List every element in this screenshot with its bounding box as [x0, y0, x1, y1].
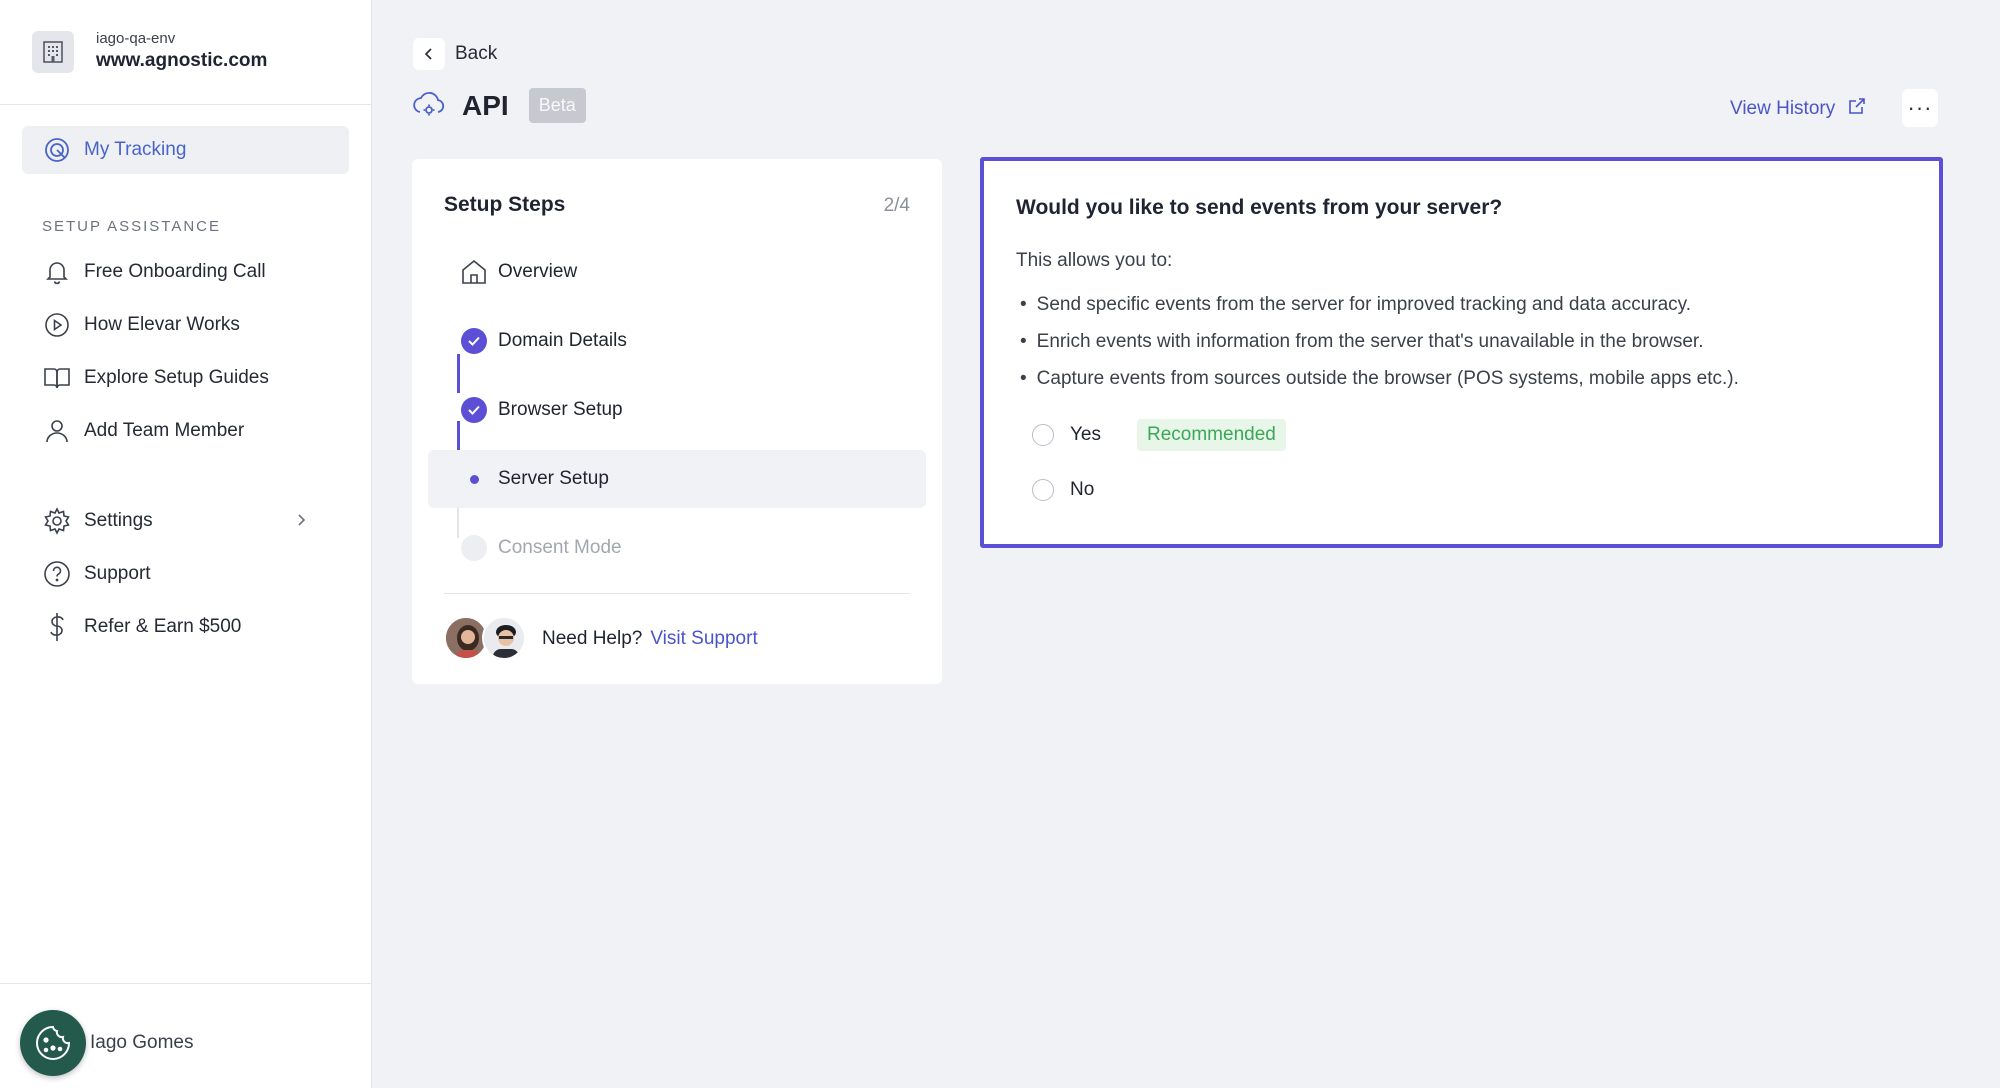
user-name: Iago Gomes [90, 1032, 194, 1053]
check-icon [461, 397, 487, 423]
step-label: Server Setup [498, 468, 609, 489]
help-circle-icon [42, 559, 72, 589]
future-dot-icon [461, 535, 487, 561]
steps-count: 2/4 [883, 195, 910, 216]
nav-label: Explore Setup Guides [84, 367, 269, 388]
radio-yes[interactable] [1032, 424, 1054, 446]
external-link-icon [1847, 96, 1867, 122]
help-row: Need Help? Visit Support [444, 616, 758, 662]
step-label: Overview [498, 261, 578, 282]
page-title: API [462, 89, 509, 121]
step-consent-mode: Consent Mode [428, 519, 926, 577]
dollar-icon [42, 612, 72, 642]
setup-steps-card: Setup Steps 2/4 Overview Domain Details [412, 159, 942, 684]
list-item: Send specific events from the server for… [1016, 286, 1739, 323]
nav-label: My Tracking [84, 139, 187, 160]
help-text: Need Help? [542, 628, 643, 649]
nav-label: How Elevar Works [84, 314, 240, 335]
nav-add-team-member[interactable]: Add Team Member [22, 407, 349, 455]
step-domain-details[interactable]: Domain Details [428, 312, 926, 370]
nav-my-tracking[interactable]: My Tracking [22, 126, 349, 174]
step-done-marker [460, 396, 488, 424]
list-item: Capture events from sources outside the … [1016, 360, 1739, 397]
home-icon [460, 258, 488, 286]
section-label: SETUP ASSISTANCE [42, 218, 221, 235]
app-root: iago-qa-env www.agnostic.com My Tracking… [0, 0, 2000, 1088]
question-title: Would you like to send events from your … [1016, 196, 1503, 219]
back-label: Back [455, 43, 498, 64]
question-intro: This allows you to: [1016, 250, 1173, 271]
nav-explore-setup-guides[interactable]: Explore Setup Guides [22, 354, 349, 402]
step-current-marker [460, 465, 488, 493]
nav-settings[interactable]: Settings [22, 497, 349, 545]
step-label: Consent Mode [498, 537, 622, 558]
play-circle-icon [42, 310, 72, 340]
divider [0, 104, 371, 105]
step-overview[interactable]: Overview [428, 243, 926, 301]
gear-icon [42, 506, 72, 536]
divider [444, 593, 910, 594]
step-future-marker [460, 534, 488, 562]
org-env: iago-qa-env [96, 30, 176, 47]
avatar [482, 616, 526, 660]
bell-icon [42, 257, 72, 287]
building-icon [32, 31, 74, 73]
nav-label: Add Team Member [84, 420, 245, 441]
nav-label: Refer & Earn $500 [84, 616, 242, 637]
cloud-gear-icon [412, 88, 446, 123]
step-browser-setup[interactable]: Browser Setup [428, 381, 926, 439]
option-no[interactable]: No [1032, 479, 1094, 501]
sidebar: iago-qa-env www.agnostic.com My Tracking… [0, 0, 372, 1088]
nav-free-onboarding-call[interactable]: Free Onboarding Call [22, 248, 349, 296]
view-history-label: View History [1730, 98, 1836, 119]
step-label: Browser Setup [498, 399, 623, 420]
org-domain: www.agnostic.com [96, 50, 268, 71]
nav-label: Free Onboarding Call [84, 261, 266, 282]
nav-refer-earn[interactable]: Refer & Earn $500 [22, 603, 349, 651]
user-icon [42, 416, 72, 446]
option-yes[interactable]: Yes Recommended [1032, 419, 1286, 451]
steps-title: Setup Steps [444, 193, 566, 216]
support-avatars [444, 616, 528, 662]
nav-how-elevar-works[interactable]: How Elevar Works [22, 301, 349, 349]
book-icon [42, 363, 72, 393]
back-button[interactable]: Back [413, 38, 497, 70]
check-icon [461, 328, 487, 354]
chevron-left-icon [413, 38, 445, 70]
divider [0, 983, 371, 984]
list-item: Enrich events with information from the … [1016, 323, 1739, 360]
tracking-icon [42, 135, 72, 165]
server-question-card: Would you like to send events from your … [980, 157, 1943, 548]
page-title-row: API Beta [412, 88, 586, 123]
benefits-list: Send specific events from the server for… [1016, 286, 1739, 397]
recommended-badge: Recommended [1137, 419, 1286, 451]
beta-badge: Beta [528, 88, 586, 123]
nav-label: Support [84, 563, 151, 584]
more-options-button[interactable]: ··· [1902, 89, 1938, 127]
visit-support-link[interactable]: Visit Support [650, 628, 757, 650]
step-done-marker [460, 327, 488, 355]
org-switcher[interactable]: iago-qa-env www.agnostic.com [32, 30, 267, 74]
nav-support[interactable]: Support [22, 550, 349, 598]
radio-no[interactable] [1032, 479, 1054, 501]
option-label: No [1070, 479, 1095, 500]
current-dot-icon [469, 474, 479, 484]
user-menu[interactable]: Iago Gomes [20, 1010, 194, 1076]
step-server-setup[interactable]: Server Setup [428, 450, 926, 508]
cookie-icon[interactable] [20, 1010, 86, 1076]
chevron-right-icon [295, 512, 307, 534]
view-history-link[interactable]: View History [1730, 96, 1867, 122]
step-label: Domain Details [498, 330, 627, 351]
nav-label: Settings [84, 510, 153, 531]
option-label: Yes [1070, 424, 1101, 445]
